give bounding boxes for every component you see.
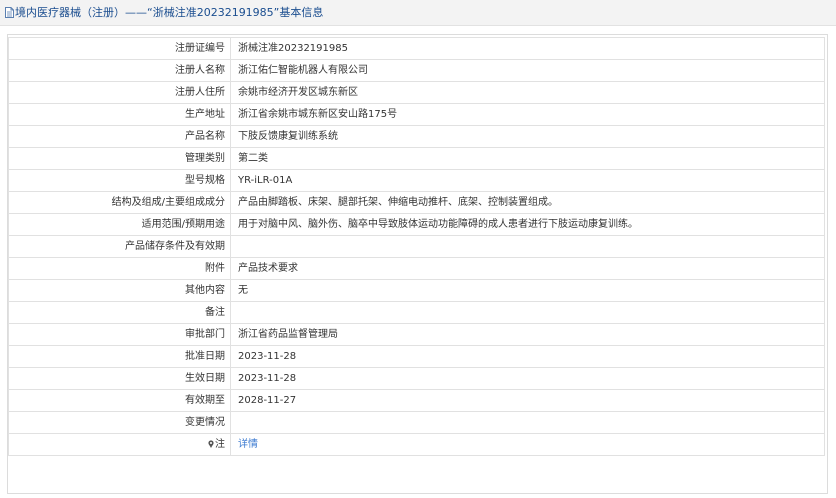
row-value: 浙械注准20232191985 xyxy=(230,37,825,60)
row-value: 无 xyxy=(230,279,825,302)
row-value: 第二类 xyxy=(230,147,825,170)
table-row: 结构及组成/主要组成成分 产品由脚踏板、床架、腿部托架、伸缩电动推杆、底架、控制… xyxy=(8,191,825,214)
table-row: 管理类别 第二类 xyxy=(8,147,825,170)
row-label: 生产地址 xyxy=(8,103,231,126)
row-value: 2023-11-28 xyxy=(230,345,825,368)
table-row: 生产地址 浙江省余姚市城东新区安山路175号 xyxy=(8,103,825,126)
document-icon xyxy=(5,7,14,18)
info-panel: 注册证编号 浙械注准20232191985 注册人名称 浙江佑仁智能机器人有限公… xyxy=(7,34,828,494)
table-row: 注册人住所 余姚市经济开发区城东新区 xyxy=(8,81,825,104)
info-table: 注册证编号 浙械注准20232191985 注册人名称 浙江佑仁智能机器人有限公… xyxy=(8,37,825,456)
row-label: 生效日期 xyxy=(8,367,231,390)
row-label: 批准日期 xyxy=(8,345,231,368)
row-label: 产品名称 xyxy=(8,125,231,148)
note-value-cell: 详情 xyxy=(230,433,825,456)
note-pin-icon xyxy=(208,439,214,448)
row-value: 浙江省药品监督管理局 xyxy=(230,323,825,346)
row-label: 有效期至 xyxy=(8,389,231,412)
row-label: 注册人名称 xyxy=(8,59,231,82)
table-row: 注册证编号 浙械注准20232191985 xyxy=(8,37,825,60)
row-label: 产品储存条件及有效期 xyxy=(8,235,231,258)
table-row: 其他内容 无 xyxy=(8,279,825,302)
table-row: 审批部门 浙江省药品监督管理局 xyxy=(8,323,825,346)
row-label: 适用范围/预期用途 xyxy=(8,213,231,236)
note-row: 注 详情 xyxy=(8,433,825,456)
page-header: 境内医疗器械（注册）——“浙械注准20232191985”基本信息 xyxy=(0,0,836,26)
row-value: 产品由脚踏板、床架、腿部托架、伸缩电动推杆、底架、控制装置组成。 xyxy=(230,191,825,214)
table-row: 生效日期 2023-11-28 xyxy=(8,367,825,390)
row-label: 注册证编号 xyxy=(8,37,231,60)
table-row: 批准日期 2023-11-28 xyxy=(8,345,825,368)
row-value: 余姚市经济开发区城东新区 xyxy=(230,81,825,104)
details-link[interactable]: 详情 xyxy=(238,439,258,450)
row-label: 型号规格 xyxy=(8,169,231,192)
table-row: 产品储存条件及有效期 xyxy=(8,235,825,258)
row-label: 结构及组成/主要组成成分 xyxy=(8,191,231,214)
row-label: 备注 xyxy=(8,301,231,324)
row-value: 产品技术要求 xyxy=(230,257,825,280)
row-label: 注册人住所 xyxy=(8,81,231,104)
table-row: 型号规格 YR-iLR-01A xyxy=(8,169,825,192)
row-value xyxy=(230,411,825,434)
row-value: 用于对脑中风、脑外伤、脑卒中导致肢体运动功能障碍的成人患者进行下肢运动康复训练。 xyxy=(230,213,825,236)
note-label-cell: 注 xyxy=(8,433,231,456)
row-value: YR-iLR-01A xyxy=(230,169,825,192)
table-row: 产品名称 下肢反馈康复训练系统 xyxy=(8,125,825,148)
table-row: 注册人名称 浙江佑仁智能机器人有限公司 xyxy=(8,59,825,82)
row-value: 浙江佑仁智能机器人有限公司 xyxy=(230,59,825,82)
row-label: 附件 xyxy=(8,257,231,280)
row-value xyxy=(230,235,825,258)
table-row: 备注 xyxy=(8,301,825,324)
note-label: 注 xyxy=(215,438,225,450)
row-value: 2028-11-27 xyxy=(230,389,825,412)
row-label: 管理类别 xyxy=(8,147,231,170)
row-value: 下肢反馈康复训练系统 xyxy=(230,125,825,148)
table-row: 适用范围/预期用途 用于对脑中风、脑外伤、脑卒中导致肢体运动功能障碍的成人患者进… xyxy=(8,213,825,236)
row-value xyxy=(230,301,825,324)
page-title: 境内医疗器械（注册）——“浙械注准20232191985”基本信息 xyxy=(15,6,324,19)
row-label: 其他内容 xyxy=(8,279,231,302)
row-value: 2023-11-28 xyxy=(230,367,825,390)
row-value: 浙江省余姚市城东新区安山路175号 xyxy=(230,103,825,126)
row-label: 审批部门 xyxy=(8,323,231,346)
table-row: 有效期至 2028-11-27 xyxy=(8,389,825,412)
table-row: 变更情况 xyxy=(8,411,825,434)
row-label: 变更情况 xyxy=(8,411,231,434)
table-row: 附件 产品技术要求 xyxy=(8,257,825,280)
